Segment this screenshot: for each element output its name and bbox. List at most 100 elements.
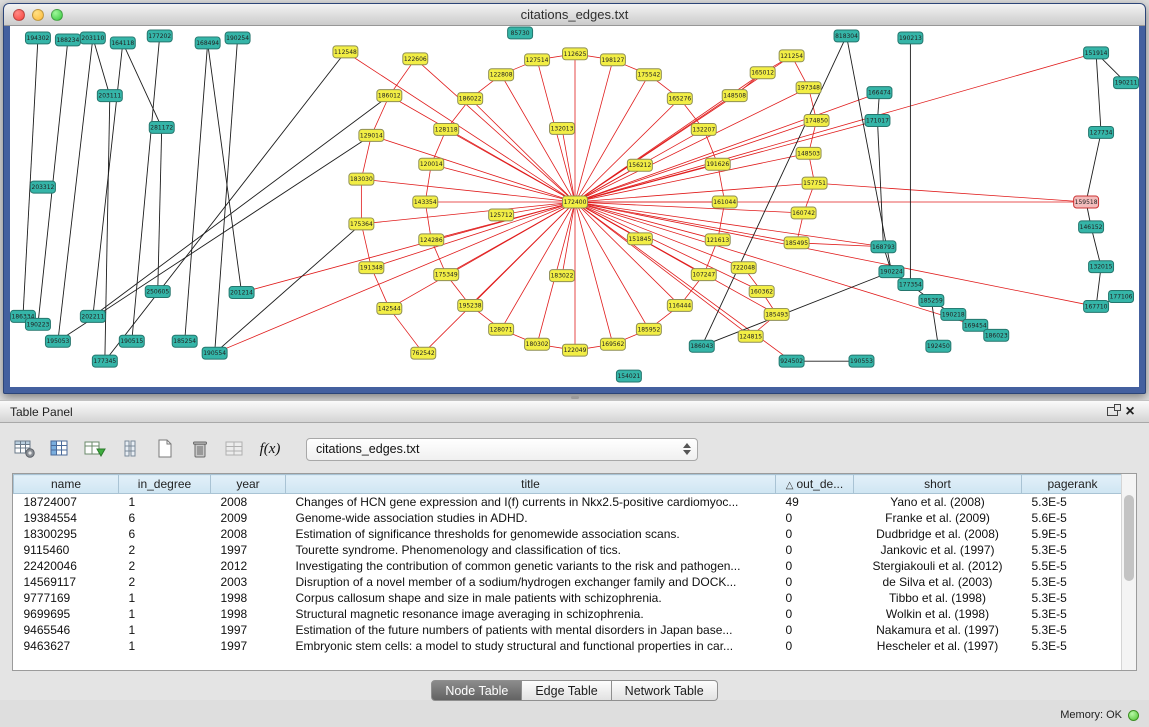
graph-node[interactable]: 250605 <box>145 286 170 298</box>
column-header-in-degree[interactable]: in_degree <box>119 475 211 494</box>
graph-node[interactable]: 121613 <box>705 234 730 246</box>
graph-node[interactable]: 122606 <box>403 53 428 65</box>
graph-node[interactable]: 120014 <box>419 158 444 170</box>
graph-node[interactable]: 132013 <box>550 122 575 134</box>
graph-node[interactable]: 107247 <box>691 269 716 281</box>
graph-node[interactable]: 186023 <box>984 329 1009 341</box>
network-selector[interactable]: citations_edges.txt <box>306 438 698 461</box>
graph-node[interactable]: 185493 <box>764 308 789 320</box>
graph-node[interactable]: 125712 <box>489 209 514 221</box>
graph-node[interactable]: 183022 <box>550 270 575 282</box>
graph-node[interactable]: 154021 <box>616 370 641 382</box>
graph-node[interactable]: 151914 <box>1084 47 1109 59</box>
graph-node[interactable]: 129014 <box>359 129 384 141</box>
graph-node[interactable]: 188234 <box>55 34 80 46</box>
graph-node[interactable]: 143354 <box>413 196 438 208</box>
delete-column-button[interactable] <box>187 436 213 462</box>
column-header-out-degree[interactable]: △out_de... <box>776 475 854 494</box>
graph-node[interactable]: 281172 <box>149 121 174 133</box>
graph-node[interactable]: 197348 <box>796 82 821 94</box>
graph-node[interactable]: 203111 <box>97 90 122 102</box>
graph-node[interactable]: 190211 <box>1114 77 1139 89</box>
graph-node[interactable]: 112548 <box>333 46 358 58</box>
show-columns-button[interactable] <box>47 436 73 462</box>
graph-node[interactable]: 157751 <box>802 177 827 189</box>
graph-node[interactable]: 203110 <box>80 32 105 44</box>
table-row[interactable]: 18724007 1 2008 Changes of HCN gene expr… <box>14 494 1124 510</box>
graph-node[interactable]: 722048 <box>731 262 756 274</box>
graph-node[interactable]: 146152 <box>1079 221 1104 233</box>
graph-node[interactable]: 203312 <box>30 181 55 193</box>
graph-node[interactable]: 132015 <box>1089 261 1114 273</box>
graph-node[interactable]: 124815 <box>738 330 763 342</box>
graph-node[interactable]: 186043 <box>689 340 714 352</box>
column-header-year[interactable]: year <box>211 475 286 494</box>
function-builder-button[interactable]: f(x) <box>257 436 283 462</box>
graph-node[interactable]: 191348 <box>359 262 384 274</box>
graph-node[interactable]: 190223 <box>25 318 50 330</box>
graph-node[interactable]: 190218 <box>941 308 966 320</box>
graph-node[interactable]: 160742 <box>791 207 816 219</box>
table-row[interactable]: 9699695 1 1998 Structural magnetic reson… <box>14 606 1124 622</box>
minimize-window-button[interactable] <box>32 9 44 21</box>
graph-node[interactable]: 122049 <box>563 344 588 356</box>
table-row[interactable]: 19384554 6 2009 Genome-wide association … <box>14 510 1124 526</box>
graph-node[interactable]: 190515 <box>119 335 144 347</box>
float-panel-button[interactable] <box>1103 404 1121 420</box>
table-row[interactable]: 18300295 6 2008 Estimation of significan… <box>14 526 1124 542</box>
graph-node[interactable]: 198127 <box>600 54 625 66</box>
graph-node[interactable]: 85730 <box>508 27 533 39</box>
table-row[interactable]: 9115460 2 1997 Tourette syndrome. Phenom… <box>14 542 1124 558</box>
graph-node[interactable]: 127514 <box>525 54 550 66</box>
graph-node[interactable]: 185495 <box>784 237 809 249</box>
graph-node[interactable]: 190224 <box>879 266 904 278</box>
graph-node[interactable]: 159518 <box>1074 196 1099 208</box>
table-options-button[interactable] <box>12 436 38 462</box>
graph-node[interactable]: 128071 <box>489 323 514 335</box>
new-column-button[interactable] <box>152 436 178 462</box>
graph-node[interactable]: 156212 <box>627 159 652 171</box>
tab-network-table[interactable]: Network Table <box>612 680 718 701</box>
graph-node[interactable]: 127734 <box>1089 126 1114 138</box>
graph-node[interactable]: 169562 <box>600 338 625 350</box>
graph-node[interactable]: 185952 <box>636 323 661 335</box>
graph-node[interactable]: 190553 <box>849 355 874 367</box>
table-row[interactable]: 9465546 1 1997 Estimation of the future … <box>14 622 1124 638</box>
graph-node[interactable]: 165276 <box>667 93 692 105</box>
tab-node-table[interactable]: Node Table <box>431 680 522 701</box>
graph-node[interactable]: 165012 <box>750 67 775 79</box>
table-scrollbar[interactable] <box>1121 474 1136 670</box>
graph-node[interactable]: 161044 <box>712 196 737 208</box>
graph-node[interactable]: 177106 <box>1109 291 1134 303</box>
graph-node[interactable]: 168793 <box>871 241 896 253</box>
graph-node[interactable]: 177345 <box>92 355 117 367</box>
graph-node[interactable]: 124286 <box>419 234 444 246</box>
window-titlebar[interactable]: citations_edges.txt <box>4 4 1145 26</box>
column-header-name[interactable]: name <box>14 475 119 494</box>
graph-node[interactable]: 166474 <box>867 87 892 99</box>
close-panel-button[interactable]: × <box>1121 404 1139 420</box>
graph-node[interactable]: 195238 <box>458 299 483 311</box>
graph-node[interactable]: 185254 <box>172 335 197 347</box>
network-graph-svg[interactable]: 1724001610441216131072471164441859521695… <box>10 26 1139 387</box>
graph-node[interactable]: 122808 <box>489 69 514 81</box>
graph-node[interactable]: 148508 <box>722 90 747 102</box>
graph-node[interactable]: 168494 <box>195 37 220 49</box>
graph-node[interactable]: 167710 <box>1084 300 1109 312</box>
graph-node[interactable]: 175364 <box>349 218 374 230</box>
graph-node[interactable]: 194302 <box>25 32 50 44</box>
graph-node[interactable]: 201214 <box>229 287 254 299</box>
table-scrollbar-thumb[interactable] <box>1124 495 1134 581</box>
graph-node[interactable]: 171017 <box>865 115 890 127</box>
graph-node[interactable]: 121254 <box>779 50 804 62</box>
graph-node[interactable]: 169454 <box>963 319 988 331</box>
graph-node[interactable]: 175349 <box>434 269 459 281</box>
graph-node[interactable]: 183030 <box>349 173 374 185</box>
graph-node[interactable]: 186012 <box>377 90 402 102</box>
graph-node[interactable]: 190554 <box>202 347 227 359</box>
graph-node[interactable]: 192450 <box>926 340 951 352</box>
rename-table-button[interactable] <box>222 436 248 462</box>
graph-node[interactable]: 185259 <box>919 295 944 307</box>
graph-node[interactable]: 924502 <box>779 355 804 367</box>
graph-node[interactable]: 164118 <box>110 37 135 49</box>
